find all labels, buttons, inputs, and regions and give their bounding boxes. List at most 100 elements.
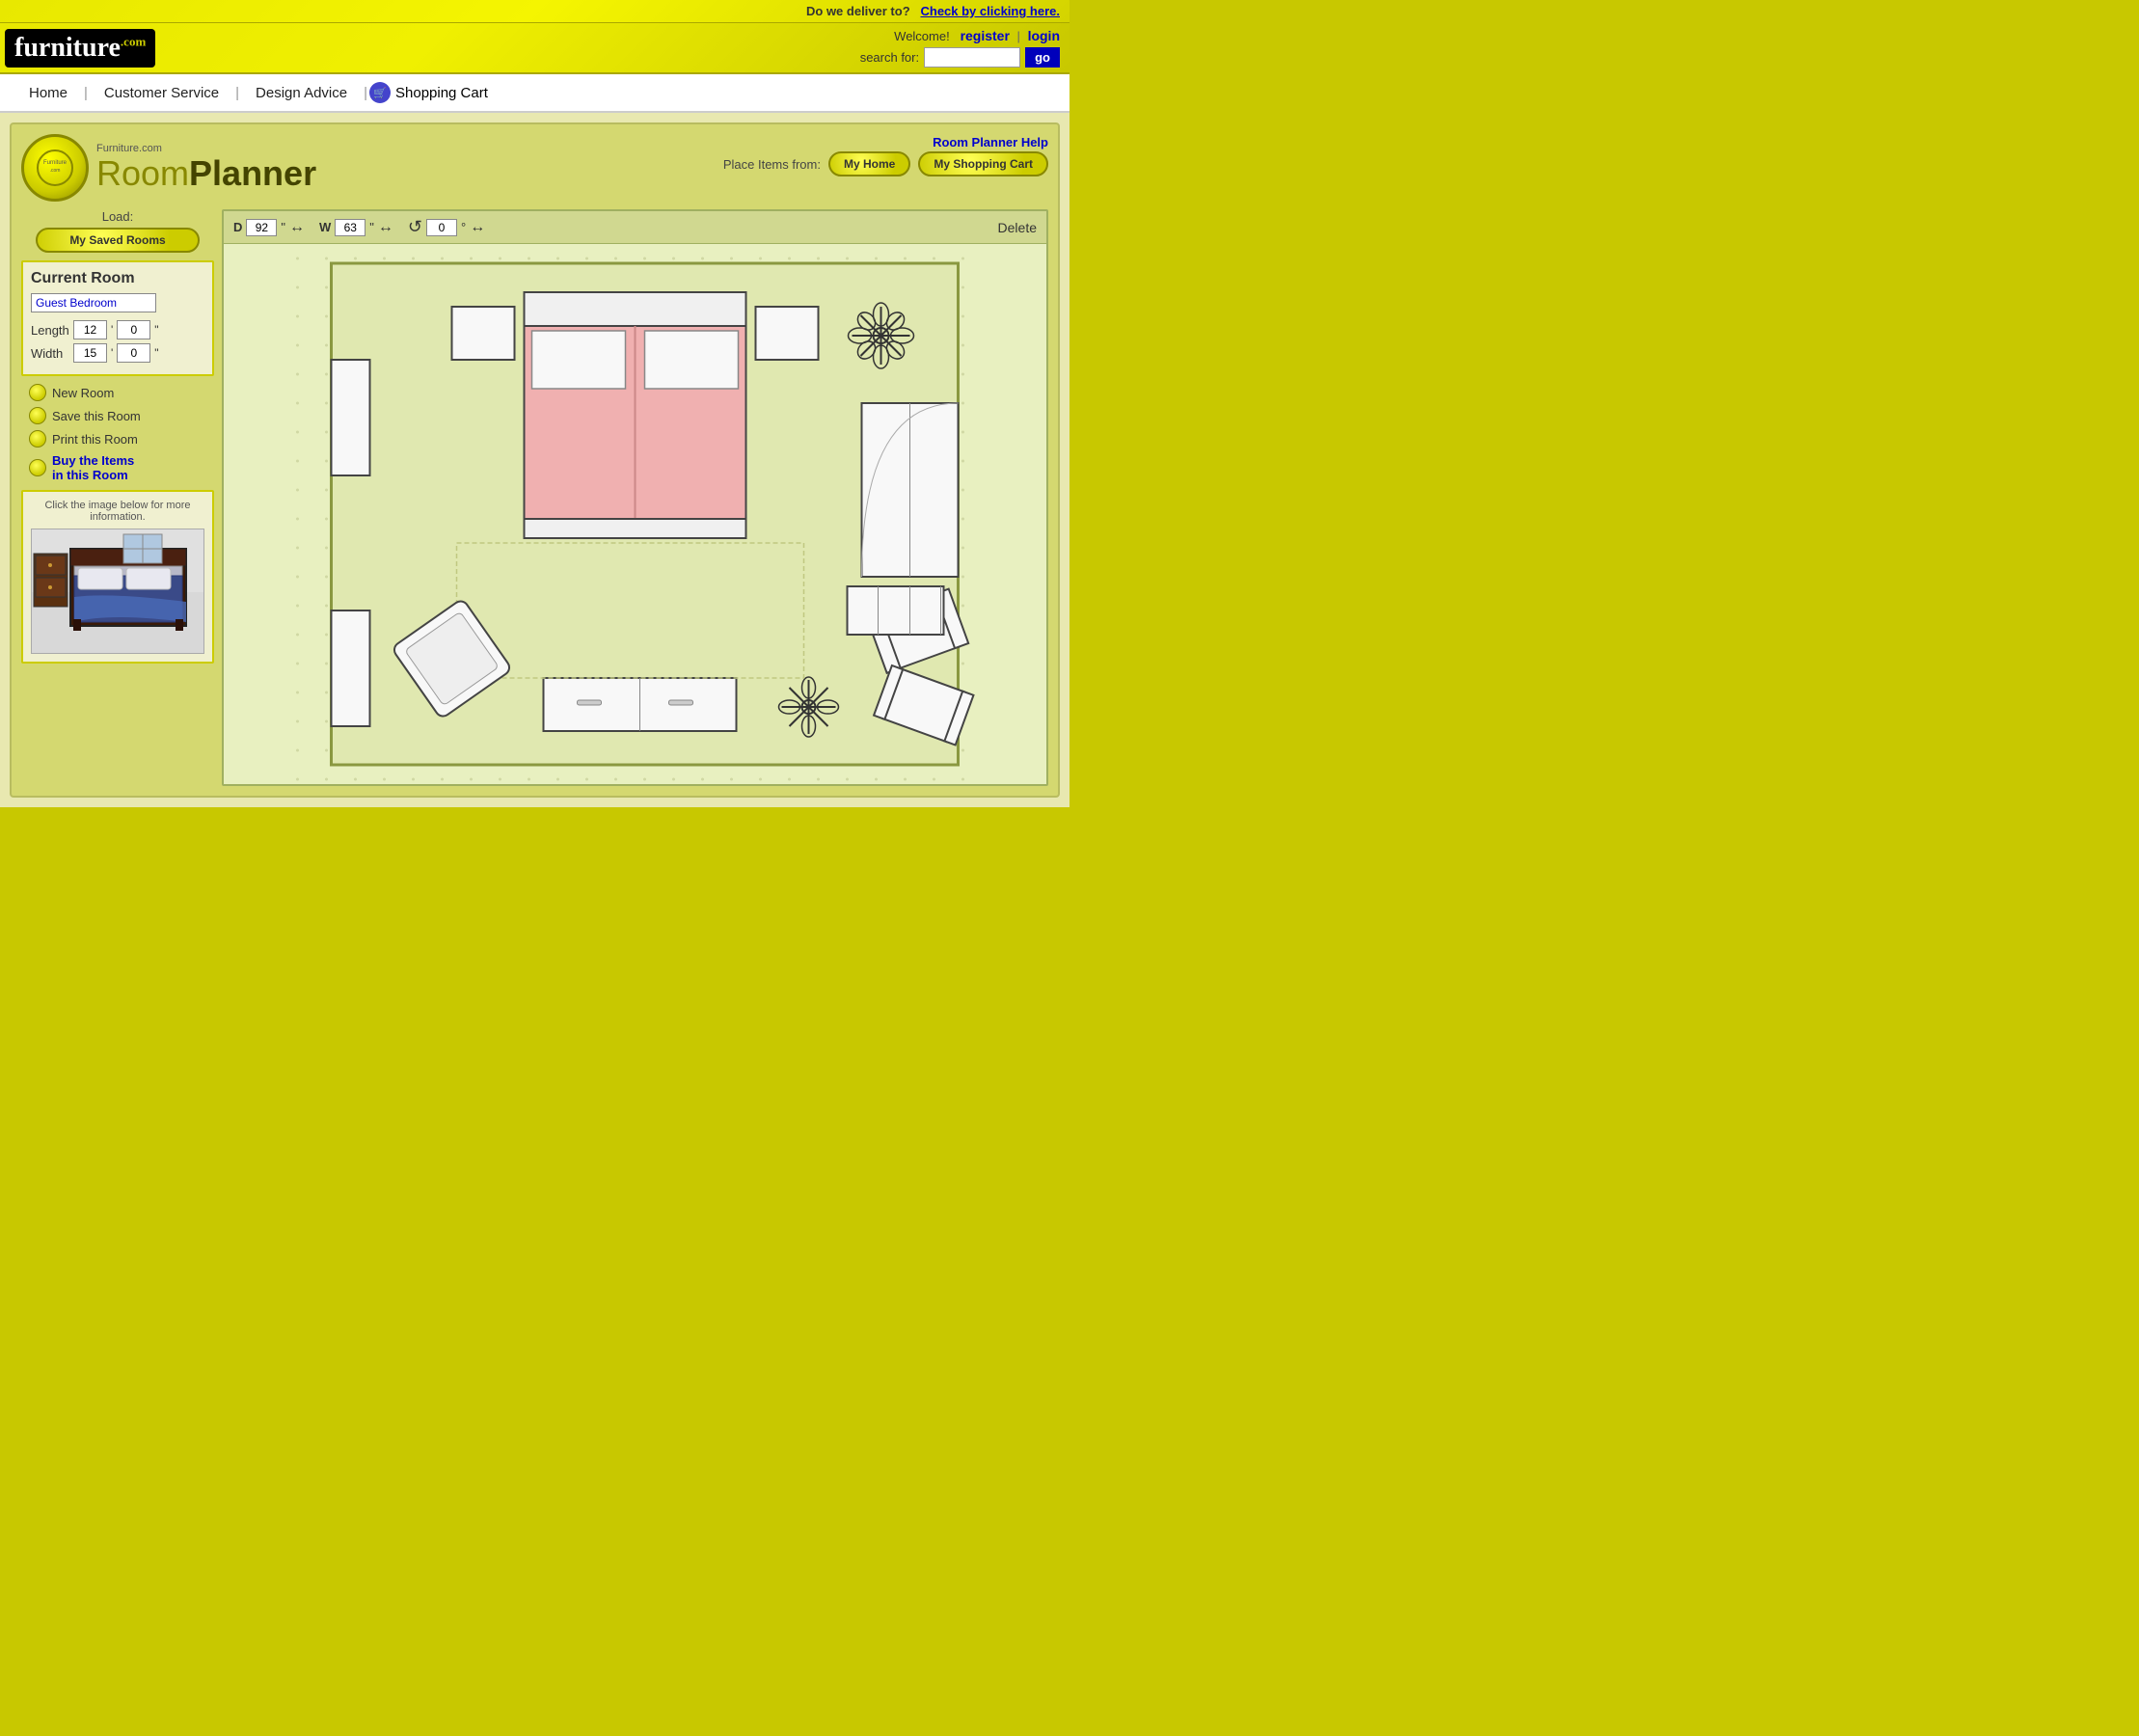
dimension-controls: D " ↔ W " ↔ ↺ ° ↔ [224, 211, 1046, 244]
login-link[interactable]: login [1028, 28, 1060, 43]
length-in-input[interactable] [117, 320, 150, 339]
planner-planner-word: Planner [189, 153, 316, 193]
save-room-bullet [29, 407, 46, 424]
preview-caption: Click the image below for more informati… [31, 500, 204, 523]
cart-icon: 🛒 [369, 82, 391, 103]
width-arrow: ↔ [378, 219, 393, 236]
nav-customer-service[interactable]: Customer Service [90, 85, 233, 101]
depth-label: D [233, 220, 242, 234]
nav-sep-2: | [235, 85, 239, 101]
room-floor[interactable] [224, 244, 1046, 784]
depth-input[interactable] [246, 219, 277, 236]
main-content: Furniture .com Furniture.com RoomPlanner… [0, 113, 1070, 807]
delete-button[interactable]: Delete [998, 220, 1037, 235]
place-items-row: Place Items from: My Home My Shopping Ca… [723, 151, 1048, 176]
length-unit: " [154, 323, 158, 337]
search-input[interactable] [924, 47, 1020, 68]
room-canvas-area: D " ↔ W " ↔ ↺ ° ↔ [222, 209, 1048, 786]
width-row: Width ' " [31, 343, 204, 363]
save-room-label: Save this Room [52, 409, 141, 423]
save-room-item[interactable]: Save this Room [29, 407, 214, 424]
welcome-text: Welcome! [894, 29, 950, 43]
planner-logo-circle: Furniture .com [21, 134, 89, 202]
planner-header: Furniture .com Furniture.com RoomPlanner… [21, 134, 1048, 202]
depth-control: D " ↔ [233, 219, 305, 236]
room-actions: New Room Save this Room Print this Room … [29, 384, 214, 482]
nav-design-advice[interactable]: Design Advice [241, 85, 362, 101]
nav-shopping-cart[interactable]: 🛒 Shopping Cart [369, 82, 488, 103]
width-sep: ' [111, 346, 113, 360]
svg-text:Furniture: Furniture [43, 160, 68, 166]
saved-rooms-button[interactable]: My Saved Rooms [36, 228, 200, 253]
header: furniture.com Welcome! register | login … [0, 23, 1070, 74]
delivery-link[interactable]: Check by clicking here. [920, 4, 1060, 18]
buy-items-bullet [29, 459, 46, 476]
logo-text: furniture.com [14, 33, 146, 63]
current-room-box: Current Room Length ' " Width ' [21, 260, 214, 376]
length-sep: ' [111, 323, 113, 337]
bed-svg [32, 529, 204, 654]
nav-separator: | [1017, 29, 1020, 43]
nav-home[interactable]: Home [14, 85, 82, 101]
width-ctrl-label: W [319, 220, 331, 234]
depth-unit: " [281, 220, 285, 234]
print-room-bullet [29, 430, 46, 448]
cart-label: Shopping Cart [395, 85, 488, 101]
width-ft-input[interactable] [73, 343, 107, 363]
nav-sep-1: | [84, 85, 88, 101]
logo-area: furniture.com [5, 29, 155, 68]
go-button[interactable]: go [1025, 47, 1060, 68]
new-room-bullet [29, 384, 46, 401]
search-label: search for: [860, 50, 919, 65]
planner-big-title: RoomPlanner [96, 154, 316, 193]
planner-body: Load: My Saved Rooms Current Room Length… [21, 209, 1048, 786]
load-label: Load: [102, 209, 134, 224]
header-right: Welcome! register | login search for: go [860, 28, 1060, 68]
length-ft-input[interactable] [73, 320, 107, 339]
width-ctrl-input[interactable] [335, 219, 366, 236]
buy-items-label: Buy the Itemsin this Room [52, 453, 134, 482]
rotate-input[interactable] [426, 219, 457, 236]
delivery-bar: Do we deliver to? Check by clicking here… [0, 0, 1070, 23]
logo: furniture.com [5, 29, 155, 68]
bottom-bar [0, 807, 1070, 836]
register-link[interactable]: register [961, 28, 1010, 43]
planner-logo: Furniture .com Furniture.com RoomPlanner [21, 134, 316, 202]
welcome-row: Welcome! register | login [860, 28, 1060, 43]
new-room-item[interactable]: New Room [29, 384, 214, 401]
preview-box: Click the image below for more informati… [21, 490, 214, 664]
width-control: W " ↔ [319, 219, 393, 236]
my-cart-button[interactable]: My Shopping Cart [918, 151, 1048, 176]
nav-bar: Home | Customer Service | Design Advice … [0, 74, 1070, 113]
rotate-control: ↺ ° ↔ [408, 217, 485, 237]
current-room-title: Current Room [31, 270, 204, 287]
planner-title: Furniture.com RoomPlanner [96, 143, 316, 193]
preview-image[interactable] [31, 529, 204, 654]
print-room-label: Print this Room [52, 432, 138, 447]
width-unit: " [154, 346, 158, 360]
room-floor-svg [224, 244, 1046, 784]
delivery-question: Do we deliver to? [806, 4, 910, 18]
buy-items-item[interactable]: Buy the Itemsin this Room [29, 453, 214, 482]
load-section: Load: My Saved Rooms [21, 209, 214, 253]
rotate-unit: ° [461, 220, 466, 234]
planner-room-word: Room [96, 153, 189, 193]
rotate-icon[interactable]: ↺ [408, 217, 422, 237]
new-room-label: New Room [52, 386, 114, 400]
rotate-arrow: ↔ [470, 219, 485, 236]
place-items-label: Place Items from: [723, 157, 821, 172]
print-room-item[interactable]: Print this Room [29, 430, 214, 448]
my-home-button[interactable]: My Home [828, 151, 910, 176]
length-label: Length [31, 323, 69, 338]
svg-text:.com: .com [50, 168, 61, 174]
room-planner-wrapper: Furniture .com Furniture.com RoomPlanner… [10, 122, 1060, 798]
width-ctrl-unit: " [369, 220, 374, 234]
width-label: Width [31, 346, 69, 361]
logo-com: .com [121, 34, 146, 48]
width-in-input[interactable] [117, 343, 150, 363]
length-row: Length ' " [31, 320, 204, 339]
depth-arrow: ↔ [289, 219, 305, 236]
room-name-input[interactable] [31, 293, 156, 312]
room-planner-help-link[interactable]: Room Planner Help [933, 135, 1048, 149]
planner-help-area: Room Planner Help Place Items from: My H… [723, 134, 1048, 182]
